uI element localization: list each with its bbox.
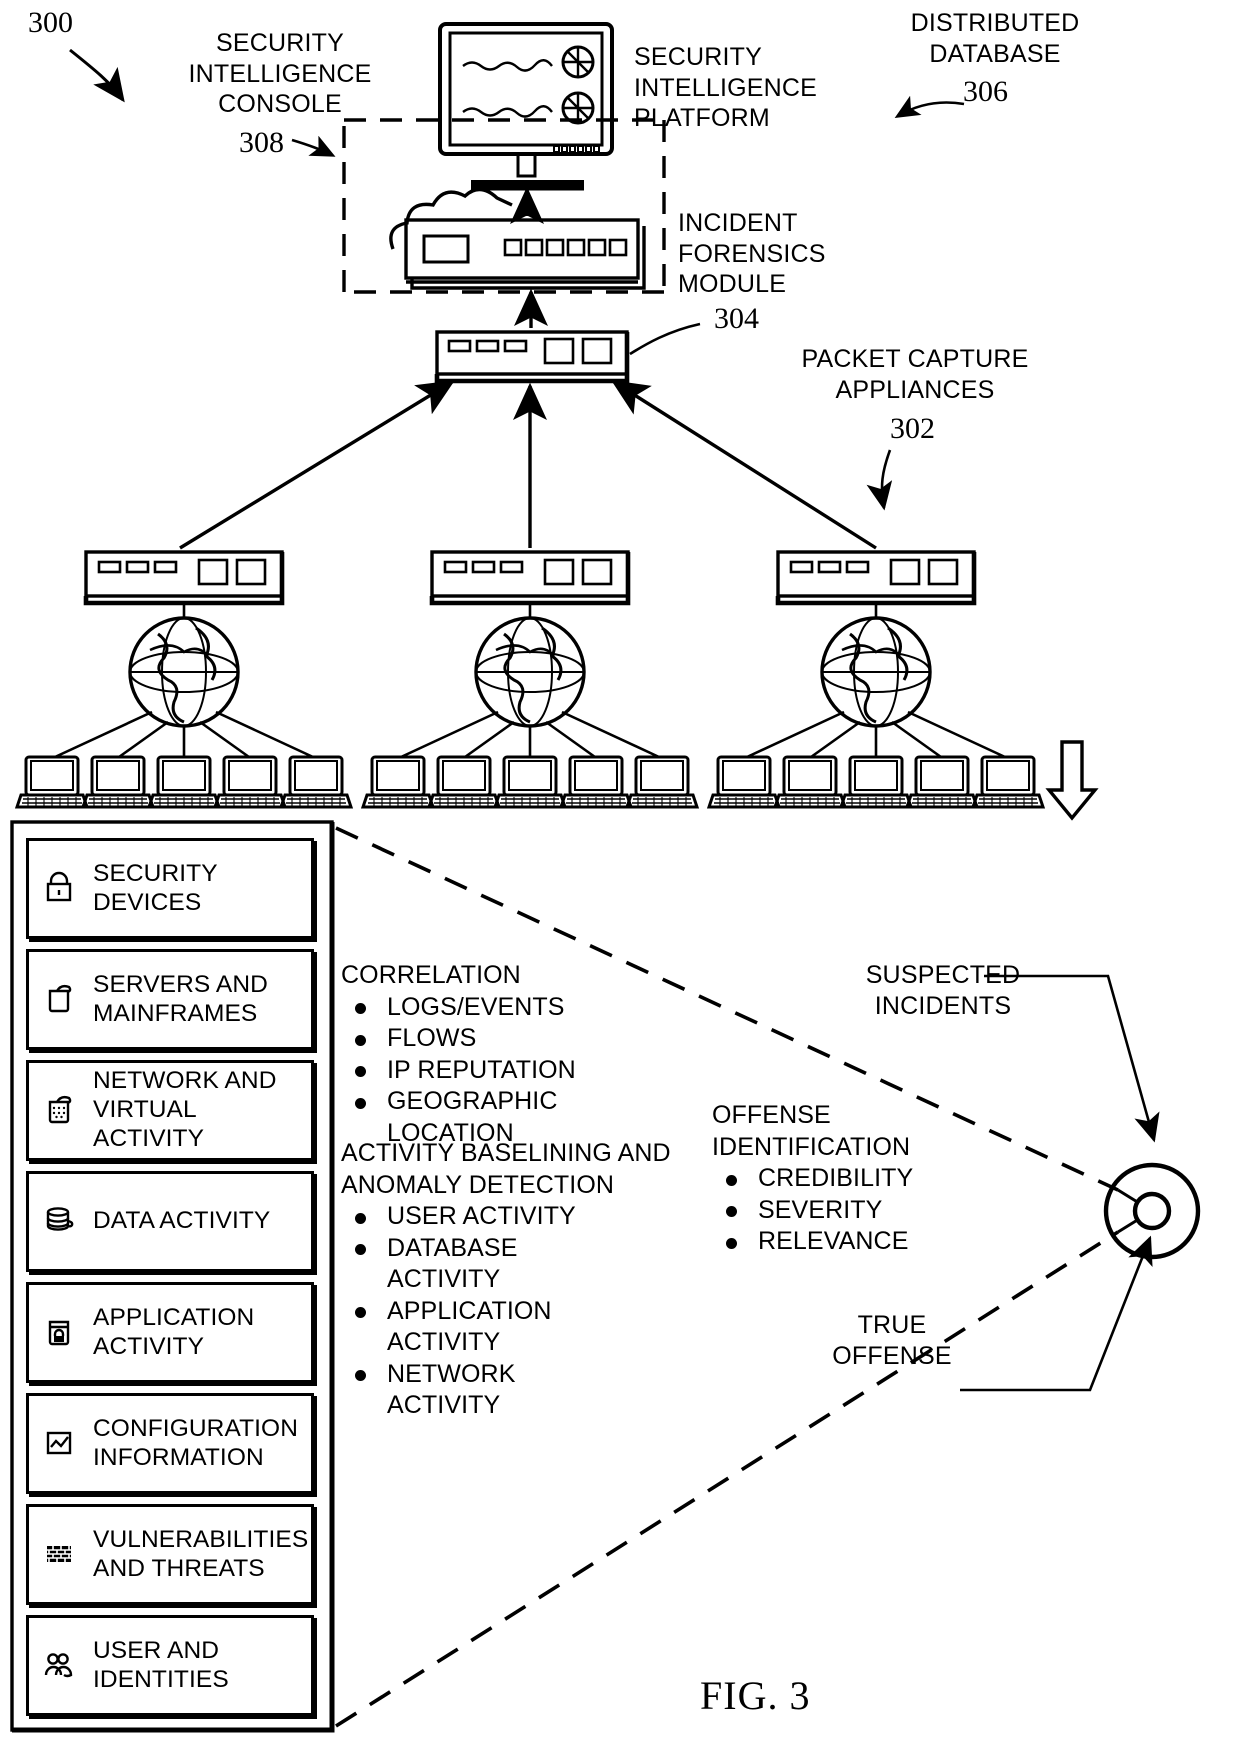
bullet-dot-icon bbox=[355, 1003, 366, 1014]
laptop-14 bbox=[904, 755, 980, 809]
ref-304: 304 bbox=[714, 302, 759, 335]
bullet-dot-icon bbox=[726, 1206, 737, 1217]
bullet-item: FLOWS bbox=[341, 1023, 691, 1055]
bullet-label: LOGS/EVENTS bbox=[387, 992, 565, 1021]
laptop-6 bbox=[360, 755, 436, 809]
source-item-label: CONFIGURATION INFORMATION bbox=[93, 1414, 299, 1471]
source-item-1[interactable]: SECURITY DEVICES bbox=[26, 838, 314, 939]
source-item-label: SECURITY DEVICES bbox=[93, 859, 218, 916]
distributed-database-label: DISTRIBUTED DATABASE bbox=[910, 9, 1080, 68]
bullet-label: SEVERITY bbox=[758, 1195, 883, 1224]
offense-heading: OFFENSE IDENTIFICATION bbox=[712, 1101, 911, 1161]
bullet-item: LOGS/EVENTS bbox=[341, 992, 691, 1024]
source-item-label: USER AND IDENTITIES bbox=[93, 1636, 229, 1693]
bullet-dot-icon bbox=[726, 1174, 737, 1186]
ref-308: 308 bbox=[239, 126, 284, 159]
bullet-label: RELEVANCE bbox=[758, 1227, 909, 1255]
baselining-bullet-list: USER ACTIVITY DATABASE ACTIVITY APPLICATIO… bbox=[341, 1201, 691, 1422]
source-item-2[interactable]: SERVERS AND MAINFRAMES bbox=[26, 949, 314, 1050]
source-item-6[interactable]: CONFIGURATION INFORMATION bbox=[26, 1393, 314, 1494]
network-bucket-icon bbox=[39, 1088, 85, 1134]
figure-caption: FIG. 3 bbox=[700, 1673, 811, 1718]
bullet-dot-icon bbox=[355, 1370, 366, 1381]
bullet-dot-icon bbox=[726, 1237, 737, 1249]
correlation-heading: CORRELATION bbox=[341, 961, 521, 989]
brick-wall-icon bbox=[39, 1532, 85, 1578]
bullet-item: APPLICATION ACTIVITY bbox=[341, 1296, 691, 1359]
laptop-7 bbox=[426, 755, 502, 809]
figure-ref-300: 300 bbox=[28, 6, 73, 39]
bullet-dot-icon bbox=[355, 1244, 366, 1255]
bullet-label: NETWORK ACTIVITY bbox=[387, 1359, 516, 1420]
padlock-icon bbox=[39, 866, 85, 912]
true-offense-label: TRUE OFFENSE bbox=[832, 1311, 952, 1370]
bullet-item: RELEVANCE bbox=[712, 1226, 992, 1258]
bullet-label: FLOWS bbox=[387, 1024, 477, 1052]
laptop-9 bbox=[558, 755, 634, 809]
server-bucket-icon bbox=[39, 977, 85, 1023]
bullet-item: SEVERITY bbox=[712, 1195, 992, 1227]
bullet-item: USER ACTIVITY bbox=[341, 1201, 691, 1233]
laptop-8 bbox=[492, 755, 568, 809]
bullet-label: CREDIBILITY bbox=[758, 1164, 914, 1192]
bullet-label: APPLICATION ACTIVITY bbox=[387, 1296, 552, 1357]
laptop-5 bbox=[278, 755, 354, 809]
security-intelligence-platform-label: SECURITY INTELLIGENCE PLATFORM bbox=[634, 43, 818, 132]
correlation-bullet-list: LOGS/EVENTS FLOWS IP REPUTATION GEOGRAPHIC … bbox=[341, 992, 691, 1150]
correlation-block: CORRELATION LOGS/EVENTS FLOWS IP REPUTATIO… bbox=[341, 960, 691, 1149]
laptop-4 bbox=[212, 755, 288, 809]
source-item-label: DATA ACTIVITY bbox=[93, 1207, 271, 1235]
incident-forensics-module-label: INCIDENT FORENSICS MODULE bbox=[678, 209, 826, 298]
source-item-label: SERVERS AND MAINFRAMES bbox=[93, 970, 268, 1027]
application-lock-icon bbox=[39, 1310, 85, 1356]
security-intelligence-console-label: SECURITY INTELLIGENCE CONSOLE bbox=[188, 29, 372, 118]
baselining-heading: ACTIVITY BASELINING AND ANOMALY DETECTIO… bbox=[341, 1139, 671, 1199]
offense-block: OFFENSE IDENTIFICATION CREDIBILITY SEVERI… bbox=[712, 1100, 992, 1258]
laptop-10 bbox=[624, 755, 700, 809]
bullet-dot-icon bbox=[355, 1066, 366, 1077]
bullet-dot-icon bbox=[355, 1212, 366, 1224]
source-item-label: VULNERABILITIES AND THREATS bbox=[93, 1525, 309, 1582]
baselining-block: ACTIVITY BASELINING AND ANOMALY DETECTIO… bbox=[341, 1138, 691, 1422]
source-item-7[interactable]: VULNERABILITIES AND THREATS bbox=[26, 1504, 314, 1605]
laptop-12 bbox=[772, 755, 848, 809]
bullet-dot-icon bbox=[355, 1307, 366, 1318]
laptop-3 bbox=[146, 755, 222, 809]
source-item-label: NETWORK AND VIRTUAL ACTIVITY bbox=[93, 1067, 277, 1152]
laptop-2 bbox=[80, 755, 156, 809]
ref-302: 302 bbox=[890, 412, 935, 445]
source-item-8[interactable]: USER AND IDENTITIES bbox=[26, 1615, 314, 1716]
bullet-dot-icon bbox=[355, 1034, 366, 1046]
bullet-label: DATABASE ACTIVITY bbox=[387, 1233, 518, 1294]
database-cylinder-icon bbox=[39, 1199, 85, 1245]
laptop-13 bbox=[838, 755, 914, 809]
ref-306: 306 bbox=[963, 75, 1008, 108]
laptop-15 bbox=[970, 755, 1046, 809]
source-item-label: APPLICATION ACTIVITY bbox=[93, 1303, 255, 1360]
bullet-item: CREDIBILITY bbox=[712, 1163, 992, 1195]
source-item-5[interactable]: APPLICATION ACTIVITY bbox=[26, 1282, 314, 1383]
bullet-item: NETWORK ACTIVITY bbox=[341, 1359, 691, 1422]
packet-capture-appliances-label: PACKET CAPTURE APPLIANCES bbox=[801, 345, 1029, 404]
bullet-item: IP REPUTATION bbox=[341, 1055, 691, 1087]
laptop-1 bbox=[14, 755, 90, 809]
suspected-incidents-label: SUSPECTED INCIDENTS bbox=[865, 961, 1021, 1020]
bullet-label: IP REPUTATION bbox=[387, 1055, 576, 1084]
source-item-4[interactable]: DATA ACTIVITY bbox=[26, 1171, 314, 1272]
bullet-label: USER ACTIVITY bbox=[387, 1202, 576, 1230]
offense-bullet-list: CREDIBILITY SEVERITY RELEVANCE bbox=[712, 1163, 992, 1258]
laptop-11 bbox=[706, 755, 782, 809]
source-item-3[interactable]: NETWORK AND VIRTUAL ACTIVITY bbox=[26, 1060, 314, 1161]
bullet-dot-icon bbox=[355, 1097, 366, 1109]
users-group-icon bbox=[39, 1643, 85, 1689]
chart-window-icon bbox=[39, 1421, 85, 1467]
bullet-item: DATABASE ACTIVITY bbox=[341, 1233, 691, 1296]
